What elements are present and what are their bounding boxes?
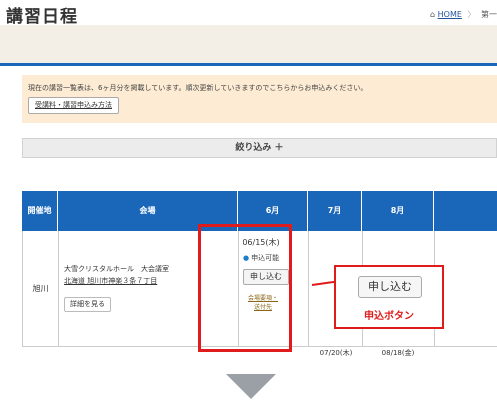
filter-toggle[interactable]: 絞り込み ＋ (22, 138, 497, 158)
callout-label: 申込ボタン (364, 311, 414, 322)
callout-apply-button: 申し込む (358, 276, 422, 298)
fee-method-button[interactable]: 受講料・講習申込み方法 (28, 97, 119, 114)
notice-box: 現在の講習一覧表は、6ヶ月分を掲載しています。順次更新していきますのでこちらから… (22, 75, 497, 123)
highlight-box (198, 224, 292, 352)
breadcrumb-home-link[interactable]: HOME (438, 10, 462, 19)
breadcrumb-separator: 〉 (467, 10, 476, 19)
notice-text: 現在の講習一覧表は、6ヶ月分を掲載しています。順次更新していきますのでこちらから… (28, 84, 368, 92)
breadcrumb: ⌂ HOME 〉 第一 (430, 9, 497, 20)
home-icon: ⌂ (430, 10, 436, 19)
page-title: 講習日程 (6, 7, 78, 27)
blue-divider (0, 63, 497, 66)
fee-method-label: 受講料・講習申込み方法 (35, 101, 112, 109)
header-band (0, 25, 497, 63)
callout-box: 申し込む 申込ボタン (334, 265, 444, 329)
breadcrumb-current: 第一 (481, 10, 497, 19)
down-arrow-icon (226, 374, 276, 399)
